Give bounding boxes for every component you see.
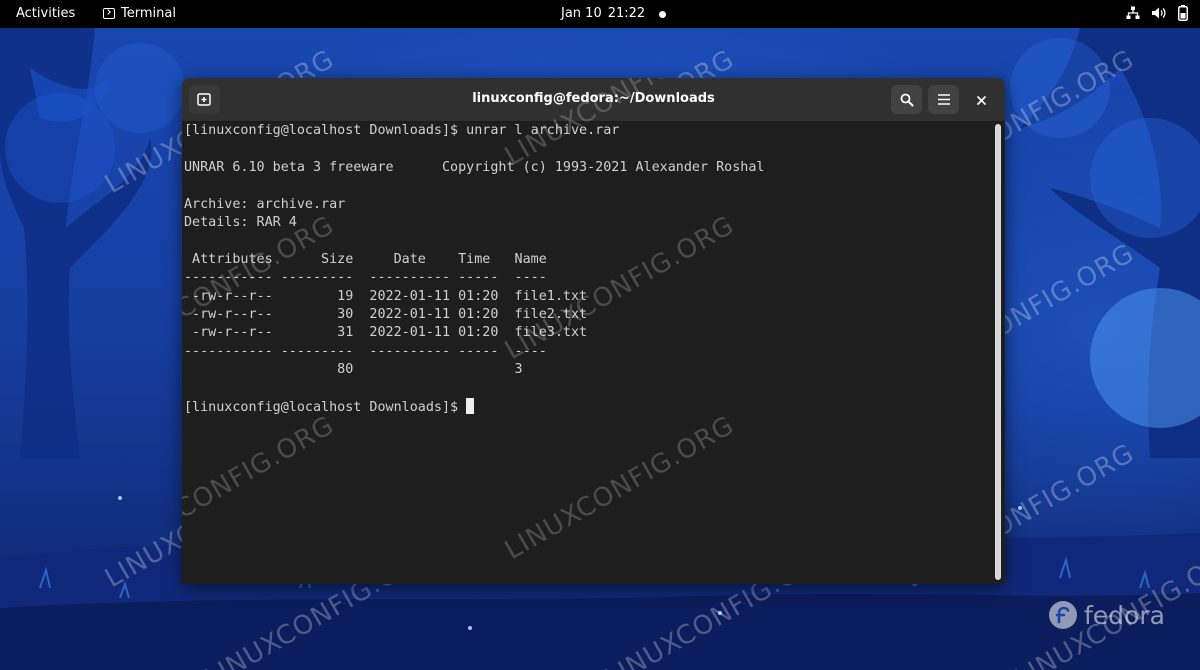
search-icon xyxy=(900,93,913,106)
menu-button[interactable] xyxy=(928,85,959,114)
system-tray[interactable] xyxy=(1126,5,1188,21)
search-button[interactable] xyxy=(891,85,922,114)
window-title: linuxconfig@fedora:~/Downloads xyxy=(472,91,715,106)
activities-button[interactable]: Activities xyxy=(16,6,75,21)
top-bar: Activities Terminal Jan 10 21:22 xyxy=(0,0,1200,28)
terminal-line: -rw-r--r-- 19 2022-01-11 01:20 file1.txt xyxy=(184,288,588,304)
clock-date: Jan 10 xyxy=(561,6,602,21)
app-name: Terminal xyxy=(121,6,176,21)
terminal-line: UNRAR 6.10 beta 3 freeware Copyright (c)… xyxy=(184,159,765,175)
terminal-window: linuxconfig@fedora:~/Downloads [linuxcon… xyxy=(182,78,1005,584)
terminal-prompt-line[interactable]: [linuxconfig@localhost Downloads]$ xyxy=(184,397,992,416)
fedora-logo: fedora xyxy=(1048,600,1165,630)
fedora-logo-icon xyxy=(1049,601,1077,629)
battery-icon xyxy=(1178,5,1188,21)
terminal-cursor xyxy=(466,397,475,414)
close-button[interactable] xyxy=(972,91,990,109)
clock[interactable]: Jan 10 21:22 xyxy=(561,6,645,21)
app-menu[interactable]: Terminal xyxy=(103,6,176,21)
notification-dot-icon xyxy=(659,11,666,18)
window-headerbar: linuxconfig@fedora:~/Downloads xyxy=(182,78,1005,122)
terminal-line: Attributes Size Date Time Name xyxy=(184,251,547,267)
network-wired-icon xyxy=(1126,6,1140,19)
terminal-line: Details: RAR 4 xyxy=(184,214,297,230)
clock-time: 21:22 xyxy=(607,6,646,21)
hamburger-menu-icon xyxy=(937,94,950,105)
terminal-line: ----------- --------- ---------- ----- -… xyxy=(184,343,547,359)
terminal-line: [linuxconfig@localhost Downloads]$ unrar… xyxy=(184,123,620,138)
terminal-line: ----------- --------- ---------- ----- -… xyxy=(184,270,547,286)
terminal-line: Archive: archive.rar xyxy=(184,196,346,212)
close-icon xyxy=(976,95,986,105)
terminal-line: -rw-r--r-- 30 2022-01-11 01:20 file2.txt xyxy=(184,306,588,322)
terminal-app-icon xyxy=(103,8,115,19)
terminal-scrollbar[interactable] xyxy=(995,124,1001,580)
terminal-line: 80 3 xyxy=(184,362,523,378)
terminal-output[interactable]: [linuxconfig@localhost Downloads]$ unrar… xyxy=(182,122,992,584)
terminal-line: -rw-r--r-- 31 2022-01-11 01:20 file3.txt xyxy=(184,325,588,341)
fedora-logo-text: fedora xyxy=(1084,600,1165,630)
terminal-prompt: [linuxconfig@localhost Downloads]$ xyxy=(184,399,467,415)
volume-icon xyxy=(1152,7,1166,19)
